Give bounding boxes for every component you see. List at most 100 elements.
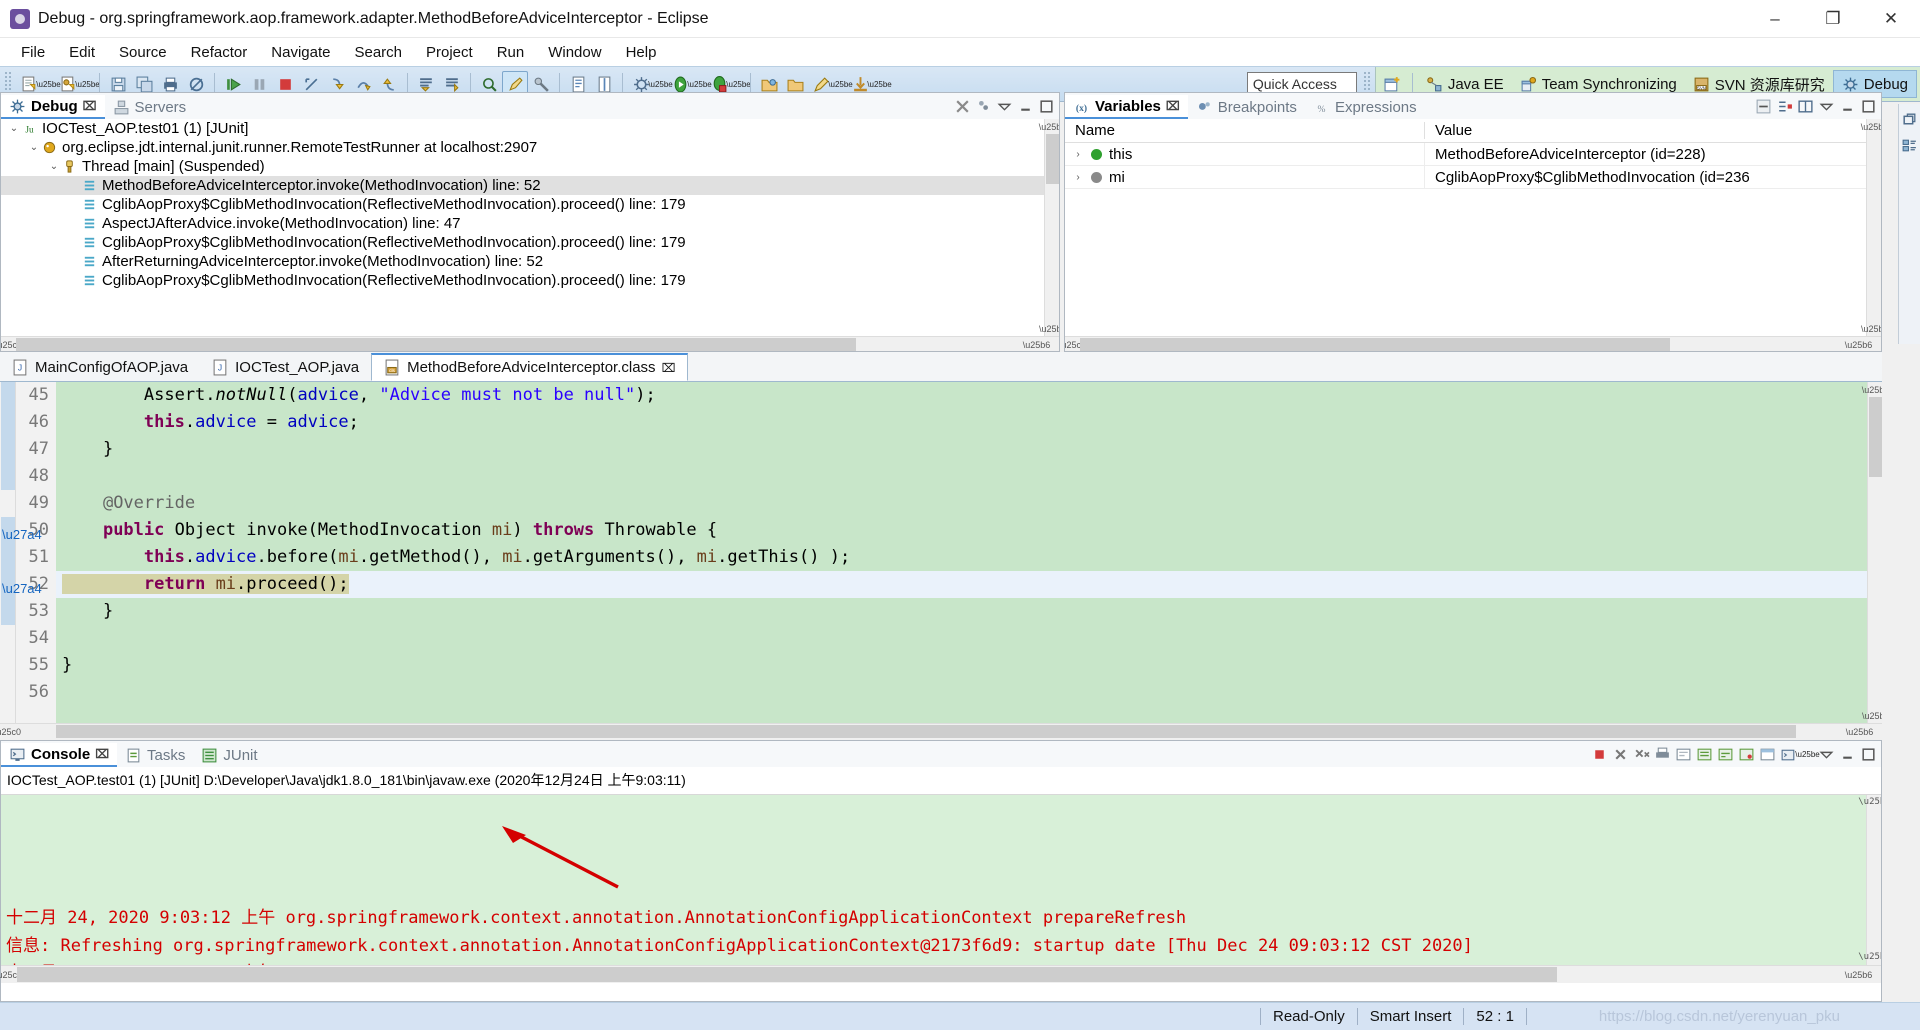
column-header-value[interactable]: Value xyxy=(1425,122,1472,139)
menu-run[interactable]: Run xyxy=(486,41,536,64)
show-logical-structure-icon[interactable] xyxy=(1776,98,1793,115)
editor-vscrollbar[interactable]: \u25b2 \u25bc xyxy=(1862,382,1882,723)
variable-name-cell[interactable]: › mi xyxy=(1065,166,1425,188)
scroll-thumb[interactable] xyxy=(1080,338,1670,351)
code-line[interactable]: this.advice = advice; xyxy=(56,409,1882,436)
menu-search[interactable]: Search xyxy=(343,41,413,64)
tab-variables[interactable]: (x) Variables ⌧ xyxy=(1065,95,1188,119)
tab-console[interactable]: Console ⌧ xyxy=(1,743,118,767)
scroll-thumb[interactable] xyxy=(17,967,1557,982)
code-line[interactable]: return mi.proceed(); xyxy=(56,571,1882,598)
scroll-thumb[interactable] xyxy=(16,338,856,351)
code-text[interactable]: Assert.notNull(advice, "Advice must not … xyxy=(56,382,1882,738)
code-line[interactable]: } xyxy=(56,652,1882,679)
scroll-up-arrow[interactable]: \u25b2 xyxy=(1862,382,1882,397)
code-line[interactable]: } xyxy=(56,436,1882,463)
close-icon[interactable]: ⌧ xyxy=(662,361,676,375)
maximize-button[interactable]: ❐ xyxy=(1804,0,1862,37)
code-line[interactable] xyxy=(56,679,1882,706)
scroll-down-arrow[interactable]: \u25bc xyxy=(1039,321,1059,336)
tree-twisty[interactable]: › xyxy=(1071,172,1085,183)
variables-row[interactable]: › this MethodBeforeAdviceInterceptor (id=2… xyxy=(1065,143,1881,166)
close-icon[interactable]: ⌧ xyxy=(95,747,109,761)
scroll-right-arrow[interactable]: \u25b6 xyxy=(1846,724,1874,738)
word-wrap-icon[interactable] xyxy=(1717,746,1734,763)
display-console-icon[interactable] xyxy=(1759,746,1776,763)
editor-marker-ruler[interactable]: \u27a4 \u27a4 xyxy=(0,382,42,738)
code-editor[interactable]: \u27a4 \u27a4 45 46 47 48 49 50 51 52 53 54 55 56 A… xyxy=(0,382,1882,738)
minimize-icon[interactable] xyxy=(1017,98,1034,115)
editor-tab-ioctest-aop[interactable]: J IOCTest_AOP.java xyxy=(200,353,372,381)
tab-debug[interactable]: Debug ⌧ xyxy=(1,95,105,119)
debug-tree-hscrollbar[interactable]: \u25c0 \u25b6 xyxy=(1,336,1059,351)
collapse-all-icon[interactable] xyxy=(1755,98,1772,115)
debug-tree-vscrollbar[interactable]: \u25b2 \u25bc xyxy=(1039,119,1059,336)
scroll-lock-icon[interactable] xyxy=(1696,746,1713,763)
menu-navigate[interactable]: Navigate xyxy=(260,41,341,64)
console-output[interactable]: \u25b2 \u25bc 十二月 24, 2020 9:03:12 上午 or… xyxy=(1,795,1881,965)
minimize-icon[interactable] xyxy=(1839,98,1856,115)
view-menu-extra-icon[interactable] xyxy=(975,98,992,115)
clear-console-icon[interactable] xyxy=(1675,746,1692,763)
scroll-thumb[interactable] xyxy=(56,725,1796,738)
variables-vscrollbar[interactable]: \u25b2 \u25bc xyxy=(1861,119,1881,336)
tab-servers[interactable]: Servers xyxy=(105,95,195,119)
variable-value[interactable]: CglibAopProxy$CglibMethodInvocation (id=… xyxy=(1425,169,1750,186)
debug-tree-row[interactable]: ⌄ Thread [main] (Suspended) xyxy=(1,157,1059,176)
tab-tasks[interactable]: Tasks xyxy=(117,743,193,767)
console-hscrollbar[interactable]: \u25c0 \u25b6 xyxy=(0,965,1881,984)
scroll-up-arrow[interactable]: \u25b2 xyxy=(1039,119,1059,134)
tree-twisty[interactable]: ⌄ xyxy=(7,123,21,134)
menu-window[interactable]: Window xyxy=(537,41,612,64)
scroll-down-arrow[interactable]: \u25bc xyxy=(1862,708,1882,723)
tree-twisty[interactable]: › xyxy=(1071,149,1085,160)
scroll-down-arrow[interactable]: \u25bc xyxy=(1861,321,1881,336)
maximize-icon[interactable] xyxy=(1038,98,1055,115)
debug-tree-row[interactable]: AfterReturningAdviceInterceptor.invoke(M… xyxy=(1,252,1059,271)
remove-all-icon[interactable] xyxy=(1633,746,1650,763)
pin-console-icon[interactable] xyxy=(1738,746,1755,763)
code-line[interactable]: Assert.notNull(advice, "Advice must not … xyxy=(56,382,1882,409)
scroll-right-arrow[interactable]: \u25b6 xyxy=(1023,337,1051,351)
debug-tree-row[interactable]: AspectJAfterAdvice.invoke(MethodInvocati… xyxy=(1,214,1059,233)
menu-edit[interactable]: Edit xyxy=(58,41,106,64)
minimize-icon[interactable] xyxy=(1839,746,1856,763)
layout-icon[interactable] xyxy=(1797,98,1814,115)
tree-twisty[interactable]: ⌄ xyxy=(47,161,61,172)
scroll-left-arrow[interactable]: \u25c0 xyxy=(0,966,22,984)
scroll-right-arrow[interactable]: \u25b6 xyxy=(1845,337,1873,351)
tab-junit[interactable]: JUnit xyxy=(193,743,265,767)
code-line[interactable]: } xyxy=(56,598,1882,625)
scroll-left-arrow[interactable]: \u25c0 xyxy=(1,337,22,351)
maximize-icon[interactable] xyxy=(1860,98,1877,115)
close-icon[interactable]: ⌧ xyxy=(83,99,97,113)
debug-tree-row[interactable]: CglibAopProxy$CglibMethodInvocation(Refl… xyxy=(1,233,1059,252)
terminate-icon[interactable] xyxy=(1591,746,1608,763)
console-vscrollbar[interactable]: \u25b2 \u25bc xyxy=(1858,795,1881,965)
debug-tree-row[interactable]: MethodBeforeAdviceInterceptor.invoke(Met… xyxy=(1,176,1059,195)
minimize-button[interactable]: – xyxy=(1746,0,1804,37)
view-menu-icon[interactable] xyxy=(996,98,1013,115)
scroll-thumb[interactable] xyxy=(1869,397,1882,477)
variables-table[interactable]: Name Value › this MethodBeforeAdviceInterc… xyxy=(1065,119,1881,351)
scroll-down-arrow[interactable]: \u25bc xyxy=(1858,950,1881,965)
code-line[interactable]: @Override xyxy=(56,490,1882,517)
variables-row[interactable]: › mi CglibAopProxy$CglibMethodInvocation (… xyxy=(1065,166,1881,189)
variables-icon[interactable] xyxy=(1900,134,1920,156)
menu-project[interactable]: Project xyxy=(415,41,484,64)
scroll-thumb[interactable] xyxy=(1046,134,1059,184)
code-line[interactable]: public Object invoke(MethodInvocation mi… xyxy=(56,517,1882,544)
variable-name-cell[interactable]: › this xyxy=(1065,143,1425,165)
scroll-left-arrow[interactable]: \u25c0 xyxy=(1065,337,1086,351)
menu-source[interactable]: Source xyxy=(108,41,178,64)
code-line[interactable]: this.advice.before(mi.getMethod(), mi.ge… xyxy=(56,544,1882,571)
scroll-left-arrow[interactable]: \u25c0 xyxy=(0,724,21,738)
debug-tree-row[interactable]: ⌄ org.eclipse.jdt.internal.junit.runner.R… xyxy=(1,138,1059,157)
menu-help[interactable]: Help xyxy=(615,41,668,64)
menu-refactor[interactable]: Refactor xyxy=(180,41,259,64)
print-icon[interactable] xyxy=(1654,746,1671,763)
debug-tree-row[interactable]: CglibAopProxy$CglibMethodInvocation(Refl… xyxy=(1,195,1059,214)
restore-icon[interactable] xyxy=(1900,108,1920,130)
view-menu-icon[interactable] xyxy=(1818,746,1835,763)
debug-tree-row[interactable]: CglibAopProxy$CglibMethodInvocation(Refl… xyxy=(1,271,1059,290)
